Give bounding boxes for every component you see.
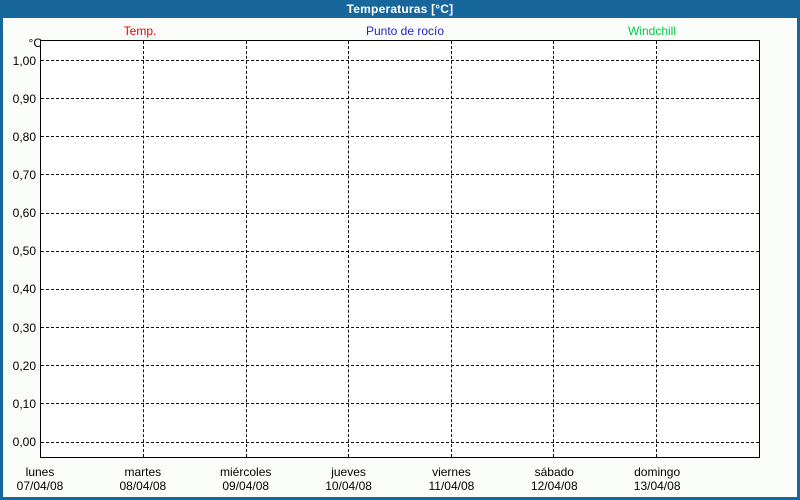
x-day-name: viernes xyxy=(432,465,471,479)
y-tick-label: 0,70 xyxy=(12,167,36,182)
gridline-horizontal xyxy=(41,441,759,443)
gridline-horizontal xyxy=(41,250,759,252)
gridline-horizontal xyxy=(41,98,759,100)
x-day-date: 10/04/08 xyxy=(325,479,372,493)
x-day-name: miércoles xyxy=(220,465,272,479)
plot-area xyxy=(40,40,760,458)
gridline-vertical xyxy=(450,41,452,457)
x-day-date: 09/04/08 xyxy=(222,479,270,493)
x-axis-day-label: sábado 12/04/08 xyxy=(499,466,609,493)
x-day-date: 08/04/08 xyxy=(119,479,167,493)
y-tick-label: 0,20 xyxy=(12,358,36,373)
gridline-vertical xyxy=(655,41,657,457)
x-axis-day-label: viernes 11/04/08 xyxy=(396,466,506,493)
gridline-horizontal xyxy=(41,365,759,367)
gridline-horizontal xyxy=(41,60,759,61)
x-axis-day-label: miércoles 09/04/08 xyxy=(191,466,301,493)
chart-title-bar: Temperaturas [°C] xyxy=(0,0,800,18)
chart-page: Temperaturas [°C] Temp. Punto de rocío Win… xyxy=(0,0,800,500)
x-day-date: 13/04/08 xyxy=(633,479,681,493)
y-tick-label: 0,10 xyxy=(12,396,36,411)
x-day-date: 12/04/08 xyxy=(530,479,578,493)
legend-item-3: Windchill xyxy=(627,24,677,38)
gridline-horizontal xyxy=(41,136,759,138)
y-tick-label: 0,80 xyxy=(12,129,36,144)
x-day-name: domingo xyxy=(634,465,681,479)
gridline-horizontal xyxy=(41,212,759,214)
x-day-name: lunes xyxy=(25,465,55,479)
gridline-vertical xyxy=(245,41,247,457)
y-tick-label: 0,50 xyxy=(12,244,36,259)
x-day-date: 07/04/08 xyxy=(16,479,64,493)
x-axis-day-label: jueves 10/04/08 xyxy=(294,466,404,493)
gridline-vertical xyxy=(553,41,555,457)
y-tick-label: 0,40 xyxy=(12,282,36,297)
x-day-name: sábado xyxy=(534,465,574,479)
legend-item-2: Punto de rocío xyxy=(365,24,445,38)
y-tick-label: 1,00 xyxy=(12,53,36,68)
legend-item-1: Temp. xyxy=(123,24,157,38)
gridline-vertical xyxy=(143,41,145,457)
chart-title: Temperaturas [°C] xyxy=(346,2,454,16)
x-axis-day-label: domingo 13/04/08 xyxy=(602,466,712,493)
gridline-horizontal xyxy=(41,174,759,176)
y-tick-label: 0,00 xyxy=(12,435,36,449)
gridline-horizontal xyxy=(41,288,759,290)
x-day-name: martes xyxy=(124,465,162,479)
gridline-horizontal xyxy=(41,327,759,329)
y-tick-label: 0,90 xyxy=(12,91,36,106)
x-day-date: 11/04/08 xyxy=(428,479,475,493)
gridline-horizontal xyxy=(41,403,759,405)
y-axis-unit-label: °C xyxy=(28,36,42,50)
x-axis-day-label: martes 08/04/08 xyxy=(88,466,198,493)
y-tick-label: 0,60 xyxy=(12,206,36,221)
gridline-vertical xyxy=(348,41,350,457)
y-tick-label: 0,30 xyxy=(12,320,36,335)
x-day-name: jueves xyxy=(331,465,366,479)
x-axis-day-label: lunes 07/04/08 xyxy=(0,466,95,493)
